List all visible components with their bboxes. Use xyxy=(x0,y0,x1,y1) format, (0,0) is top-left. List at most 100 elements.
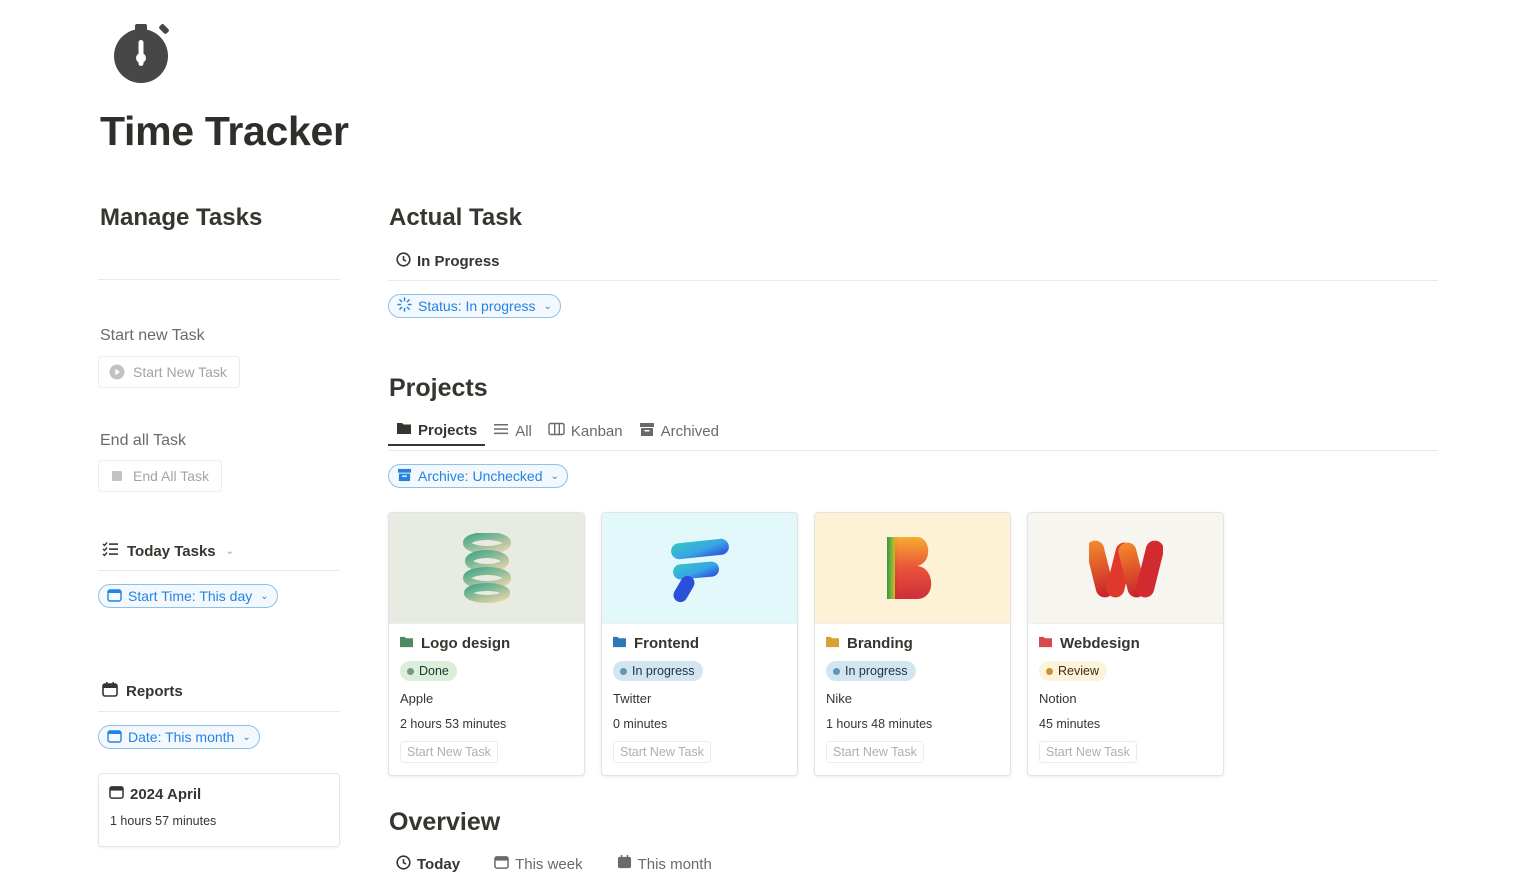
start-new-task-button[interactable]: Start New Task xyxy=(1039,741,1137,763)
manage-tasks-column: Manage Tasks Start new Task Start New Ta… xyxy=(98,0,340,872)
tab-today[interactable]: Today xyxy=(388,852,468,872)
end-task-label: End all Task xyxy=(100,432,186,449)
tab-in-progress[interactable]: In Progress xyxy=(388,246,508,276)
tab-projects[interactable]: Projects xyxy=(388,416,486,446)
calendar-icon xyxy=(102,682,118,701)
start-new-task-button[interactable]: Start New Task xyxy=(400,741,498,763)
status-dot xyxy=(833,667,840,675)
start-new-task-label: Start New Task xyxy=(133,364,227,380)
archive-filter[interactable]: Archive: Unchecked ⌄ xyxy=(388,464,568,488)
card-client: Apple xyxy=(400,691,434,706)
tab-label: This month xyxy=(637,855,712,872)
card-client: Nike xyxy=(826,691,853,706)
tab-label: In Progress xyxy=(417,252,500,270)
card-time: 1 hours 48 minutes xyxy=(826,717,933,731)
manage-tasks-heading: Manage Tasks xyxy=(100,204,263,231)
chevron-down-icon: ⌄ xyxy=(242,731,251,743)
tab-this-month[interactable]: This month xyxy=(609,852,720,872)
card-time: 0 minutes xyxy=(613,717,668,731)
status-badge: Done xyxy=(400,661,457,681)
tab-label: Kanban xyxy=(570,422,623,440)
start-new-task-button[interactable]: Start New Task xyxy=(613,741,711,763)
stop-icon xyxy=(109,468,125,484)
card-title: Logo design xyxy=(399,635,510,652)
tab-this-week[interactable]: This week xyxy=(486,852,591,872)
calendar-icon xyxy=(107,588,122,605)
status-filter[interactable]: Status: In progress ⌄ xyxy=(388,294,561,318)
folder-icon xyxy=(399,635,414,652)
main-column: Actual Task In Progress Status: In progr… xyxy=(388,0,1438,872)
start-time-filter[interactable]: Start Time: This day ⌄ xyxy=(98,584,278,608)
status-label: In progress xyxy=(632,664,695,678)
tab-all[interactable]: All xyxy=(485,416,540,446)
card-client: Twitter xyxy=(613,691,652,706)
card-title-label: Frontend xyxy=(634,635,699,652)
clock-icon xyxy=(396,251,411,271)
status-label: In progress xyxy=(845,664,908,678)
start-task-label: Start new Task xyxy=(100,327,205,344)
actual-task-views: In Progress xyxy=(388,246,508,276)
clock-icon xyxy=(396,854,411,872)
project-gallery: Logo design Done Apple 2 hours 53 minute… xyxy=(388,512,1224,776)
project-card[interactable]: Logo design Done Apple 2 hours 53 minute… xyxy=(388,512,585,776)
card-title-label: Logo design xyxy=(421,635,511,652)
status-badge: In progress xyxy=(613,661,703,681)
card-client: Notion xyxy=(1039,691,1077,706)
card-time: 2 hours 53 minutes xyxy=(400,717,507,731)
folder-icon xyxy=(1038,635,1053,652)
actual-task-heading: Actual Task xyxy=(389,204,522,231)
webdesign-logo-image xyxy=(1088,540,1163,598)
today-tasks-label: Today Tasks xyxy=(127,542,216,560)
card-title: Frontend xyxy=(612,635,699,652)
date-filter[interactable]: Date: This month ⌄ xyxy=(98,725,260,749)
divider xyxy=(98,570,340,571)
reports-view[interactable]: Reports xyxy=(102,682,183,701)
calendar-icon xyxy=(617,855,632,872)
status-badge: In progress xyxy=(826,661,916,681)
archive-icon xyxy=(639,422,655,441)
folder-icon xyxy=(612,635,627,652)
play-icon xyxy=(109,364,125,380)
projects-heading: Projects xyxy=(389,374,488,402)
project-card[interactable]: Webdesign Review Notion 45 minutes Start… xyxy=(1027,512,1224,776)
chevron-down-icon: ⌄ xyxy=(550,470,559,482)
folder-icon xyxy=(825,635,840,652)
status-dot xyxy=(407,667,414,675)
divider xyxy=(98,279,340,280)
chevron-down-icon: ⌄ xyxy=(543,300,552,312)
card-cover xyxy=(389,513,584,624)
card-title-label: Webdesign xyxy=(1060,635,1140,652)
tab-label: Today xyxy=(417,855,461,872)
today-tasks-view[interactable]: Today Tasks ⌄ xyxy=(102,541,234,561)
calendar-icon xyxy=(107,729,122,746)
calendar-icon xyxy=(109,785,124,803)
start-new-task-button[interactable]: Start New Task xyxy=(826,741,924,763)
archive-filter-label: Archive: Unchecked xyxy=(418,468,543,484)
divider xyxy=(388,450,1438,451)
card-cover xyxy=(1028,513,1223,624)
loading-icon xyxy=(397,297,412,315)
status-badge: Review xyxy=(1039,661,1107,681)
card-title-label: Branding xyxy=(847,635,913,652)
branding-logo-image xyxy=(886,537,931,599)
start-new-task-button[interactable]: Start New Task xyxy=(98,356,240,388)
status-dot xyxy=(1046,667,1053,675)
report-card[interactable]: 2024 April 1 hours 57 minutes xyxy=(98,773,340,847)
end-all-task-button[interactable]: End All Task xyxy=(98,460,223,492)
list-icon xyxy=(493,422,509,440)
card-cover xyxy=(815,513,1010,624)
tab-label: Projects xyxy=(418,421,478,439)
project-card[interactable]: Frontend In progress Twitter 0 minutes S… xyxy=(601,512,798,776)
calendar-icon xyxy=(494,855,509,872)
tab-kanban[interactable]: Kanban xyxy=(540,416,631,446)
tab-label: Archived xyxy=(660,422,719,440)
archive-icon xyxy=(397,468,412,485)
status-filter-label: Status: In progress xyxy=(418,298,536,314)
checklist-icon xyxy=(102,541,119,561)
start-time-filter-label: Start Time: This day xyxy=(128,588,253,604)
project-card[interactable]: Branding In progress Nike 1 hours 48 min… xyxy=(814,512,1011,776)
tab-label: This week xyxy=(515,855,583,872)
overview-heading: Overview xyxy=(389,808,501,836)
board-icon xyxy=(548,422,565,440)
tab-archived[interactable]: Archived xyxy=(631,416,727,446)
